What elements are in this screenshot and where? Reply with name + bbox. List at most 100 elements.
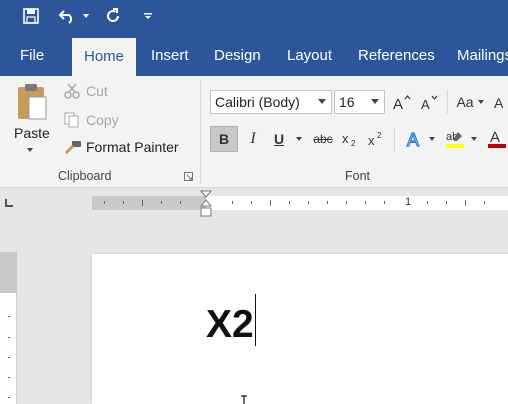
svg-text:x: x xyxy=(342,131,349,146)
strikethrough-button[interactable]: abc xyxy=(310,126,336,152)
ruler-tick xyxy=(465,200,466,206)
shrink-font-icon[interactable]: A xyxy=(420,89,440,115)
cut-button[interactable]: Cut xyxy=(64,83,108,99)
change-case-button[interactable]: Aa xyxy=(455,89,485,115)
ruler-tick xyxy=(251,201,252,204)
tab-home[interactable]: Home xyxy=(72,38,137,76)
ribbon-tabs: File Home Insert Design Layout Reference… xyxy=(0,34,508,76)
tab-file[interactable]: File xyxy=(20,45,44,76)
ibeam-cursor-icon xyxy=(240,393,248,404)
underline-button[interactable]: U xyxy=(268,126,290,152)
tab-design[interactable]: Design xyxy=(214,45,261,76)
bold-label: B xyxy=(218,131,230,147)
undo-icon[interactable] xyxy=(56,5,78,27)
paintbrush-icon xyxy=(64,141,81,155)
ruler-number: 1 xyxy=(405,196,412,208)
vertical-ruler[interactable] xyxy=(0,252,17,404)
undo-dropdown-icon[interactable] xyxy=(80,5,92,27)
text-effects-icon[interactable]: A xyxy=(404,126,426,152)
font-size-dropdown-icon[interactable] xyxy=(371,99,379,104)
svg-text:A: A xyxy=(421,97,430,110)
font-color-icon[interactable]: A xyxy=(486,126,508,152)
text-effects-dropdown-icon[interactable] xyxy=(427,126,437,152)
horizontal-ruler[interactable]: 1 xyxy=(92,196,508,210)
ruler-tick xyxy=(232,201,233,204)
tab-layout[interactable]: Layout xyxy=(287,45,332,76)
paste-label[interactable]: Paste xyxy=(14,125,50,141)
font-name-dropdown-icon[interactable] xyxy=(318,99,326,104)
change-case-dropdown-icon xyxy=(477,100,484,104)
vertical-ruler-tick xyxy=(8,337,10,338)
svg-text:A: A xyxy=(407,130,419,149)
ruler-left-margin xyxy=(92,196,206,210)
font-size-value: 16 xyxy=(339,94,355,110)
save-icon[interactable] xyxy=(20,5,42,27)
ruler-row: 1 xyxy=(0,189,508,219)
clipboard-dialog-launcher-icon[interactable] xyxy=(184,172,193,181)
ruler-tick xyxy=(161,201,162,204)
format-painter-label: Format Painter xyxy=(86,139,179,155)
text-cursor xyxy=(255,294,256,346)
ruler-tick xyxy=(484,201,485,204)
redo-icon[interactable] xyxy=(102,5,124,27)
clear-formatting-icon[interactable]: A xyxy=(494,89,508,115)
svg-text:2: 2 xyxy=(377,131,382,140)
paste-icon xyxy=(18,84,47,120)
group-separator xyxy=(200,80,201,184)
ruler-tick xyxy=(427,201,428,204)
vertical-ruler-tick xyxy=(8,397,10,398)
format-painter-button[interactable]: Format Painter xyxy=(64,139,179,155)
tab-mailings[interactable]: Mailings xyxy=(457,45,508,76)
cut-label: Cut xyxy=(86,83,108,99)
vertical-ruler-tick xyxy=(8,377,10,378)
font-group-label: Font xyxy=(345,169,371,183)
svg-text:A: A xyxy=(490,129,500,146)
font-name-value: Calibri (Body) xyxy=(215,94,300,110)
copy-label: Copy xyxy=(86,112,119,128)
ruler-tick xyxy=(308,201,309,204)
scissors-icon xyxy=(64,83,80,99)
change-case-label: Aa xyxy=(456,94,474,110)
document-text[interactable]: X2 xyxy=(206,302,254,348)
tab-selector-icon[interactable] xyxy=(4,198,14,208)
ruler-tick xyxy=(384,201,385,204)
svg-text:A: A xyxy=(393,96,403,110)
ruler-tick xyxy=(446,201,447,204)
vertical-ruler-tick xyxy=(8,357,10,358)
tab-references[interactable]: References xyxy=(358,45,435,76)
title-bar xyxy=(0,0,508,34)
ruler-tick xyxy=(365,201,366,204)
ruler-tick xyxy=(346,201,347,204)
font-separator xyxy=(447,90,448,114)
grow-font-icon[interactable]: A xyxy=(392,89,412,115)
ruler-tick xyxy=(123,201,124,204)
subscript-icon[interactable]: x2 xyxy=(340,126,362,152)
svg-text:x: x xyxy=(368,133,375,147)
document-page[interactable]: X2 xyxy=(92,254,508,404)
ribbon: Paste Cut Copy Format Painter Clipboard … xyxy=(0,76,508,188)
italic-button[interactable]: I xyxy=(242,126,264,152)
paste-dropdown-icon[interactable] xyxy=(27,148,33,152)
paste-button[interactable] xyxy=(12,82,52,122)
superscript-icon[interactable]: x2 xyxy=(366,126,388,152)
underline-dropdown-icon[interactable] xyxy=(293,126,305,152)
customize-qat-icon[interactable] xyxy=(140,5,156,27)
font-separator-2 xyxy=(394,128,395,152)
ruler-tick xyxy=(327,201,328,204)
ruler-tick xyxy=(142,200,143,206)
highlight-icon[interactable]: ab xyxy=(443,126,467,152)
font-name-combo[interactable]: Calibri (Body) xyxy=(210,90,332,114)
ruler-tick xyxy=(104,201,105,204)
ruler-tick xyxy=(270,200,271,206)
font-size-combo[interactable]: 16 xyxy=(334,90,385,114)
tab-insert[interactable]: Insert xyxy=(151,45,189,76)
vertical-ruler-margin xyxy=(0,252,17,293)
clipboard-group-label: Clipboard xyxy=(58,169,112,183)
bold-button[interactable]: B xyxy=(210,126,238,152)
vertical-ruler-tick xyxy=(8,316,10,317)
highlight-dropdown-icon[interactable] xyxy=(469,126,479,152)
copy-button[interactable]: Copy xyxy=(64,112,119,128)
indent-marker-icon[interactable] xyxy=(199,189,213,224)
copy-icon xyxy=(64,112,79,128)
svg-text:2: 2 xyxy=(351,139,356,147)
